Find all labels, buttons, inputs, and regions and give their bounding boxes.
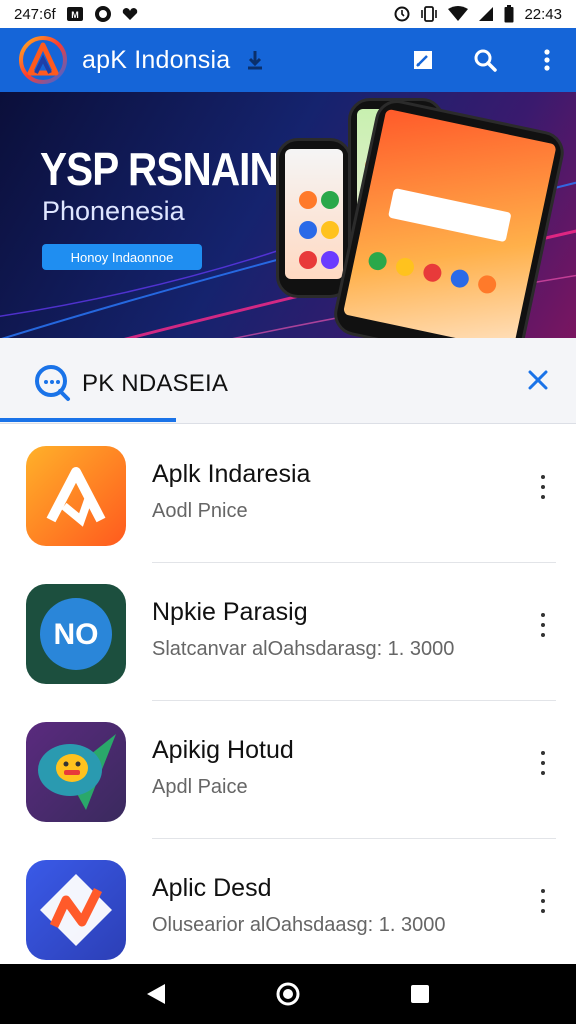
banner-cta-button[interactable]: Honoy Indaonnoe (42, 244, 202, 270)
n-arrow-icon (26, 860, 126, 960)
app-subtitle: Aodl Pnice (152, 500, 248, 522)
chat-bubble-icon (26, 722, 126, 822)
list-item[interactable]: Apikig Hotud Apdl Paice (0, 700, 576, 838)
no-badge-icon: NO (26, 584, 126, 684)
status-clock: 22:43 (524, 5, 562, 23)
app-title: Aplic Desd (152, 874, 272, 902)
search-bar: PK NDASEIA (0, 338, 576, 424)
app-subtitle: Slatcanvar alOahsdarasg: 1. 3000 (152, 638, 455, 660)
battery-icon (504, 5, 514, 23)
home-button[interactable] (273, 979, 303, 1009)
search-input[interactable]: PK NDASEIA (82, 370, 228, 398)
app-logo-icon (19, 36, 67, 84)
app-subtitle: Apdl Paice (152, 776, 248, 798)
search-button[interactable] (472, 47, 498, 73)
heart-icon (122, 8, 137, 20)
more-vert-icon[interactable] (536, 748, 550, 778)
app-subtitle: Olusearior alOahsdaasg: 1. 3000 (152, 914, 446, 936)
search-icon (474, 49, 497, 72)
whatsapp-icon (94, 6, 111, 22)
search-bubble-icon (35, 365, 70, 401)
more-vert-icon (544, 49, 550, 71)
wifi-icon (448, 6, 469, 21)
list-item[interactable]: Aplic Desd Olusearior alOahsdaasg: 1. 30… (0, 838, 576, 976)
app-title: Npkie Parasig (152, 598, 308, 626)
more-vert-icon[interactable] (536, 610, 550, 640)
more-vert-icon[interactable] (536, 472, 550, 502)
app-bar: apK Indonsia (0, 28, 576, 92)
close-icon[interactable] (526, 368, 550, 392)
svg-text:M: M (71, 10, 79, 20)
edit-button[interactable] (410, 47, 436, 73)
signal-icon (479, 7, 494, 21)
phone-illustration-small (276, 138, 352, 298)
recents-button[interactable] (405, 979, 435, 1009)
more-vert-icon[interactable] (536, 886, 550, 916)
banner-subtitle: Phonenesia (42, 196, 185, 226)
banner-title: YSP RSNAIN (40, 143, 279, 195)
active-tab-indicator (0, 418, 176, 422)
app-list: Aplk Indaresia Aodl Pnice NO Npkie Paras… (0, 424, 576, 976)
back-icon (147, 984, 165, 1004)
system-nav-bar (0, 964, 576, 1024)
home-icon (276, 982, 300, 1006)
status-bar: 247:6f M 22:43 (0, 0, 576, 28)
back-button[interactable] (141, 979, 171, 1009)
alarm-icon (394, 6, 410, 22)
list-item[interactable]: NO Npkie Parasig Slatcanvar alOahsdarasg… (0, 562, 576, 700)
edit-icon (414, 51, 432, 69)
app-badge-icon: M (66, 7, 83, 21)
download-pin-icon (248, 51, 263, 70)
app-title: Aplk Indaresia (152, 460, 311, 488)
vibrate-icon (421, 6, 438, 22)
no-badge-label: NO (54, 618, 99, 651)
apk-a-icon (26, 446, 126, 546)
recents-icon (411, 985, 429, 1003)
status-left-text: 247:6f (14, 5, 56, 23)
app-title: Apikig Hotud (152, 736, 294, 764)
list-item[interactable]: Aplk Indaresia Aodl Pnice (0, 424, 576, 562)
more-options-button[interactable] (534, 47, 560, 73)
promo-banner[interactable]: YSP RSNAIN Phonenesia Honoy Indaonnoe (0, 92, 576, 338)
app-title: apK Indonsia (82, 45, 231, 74)
